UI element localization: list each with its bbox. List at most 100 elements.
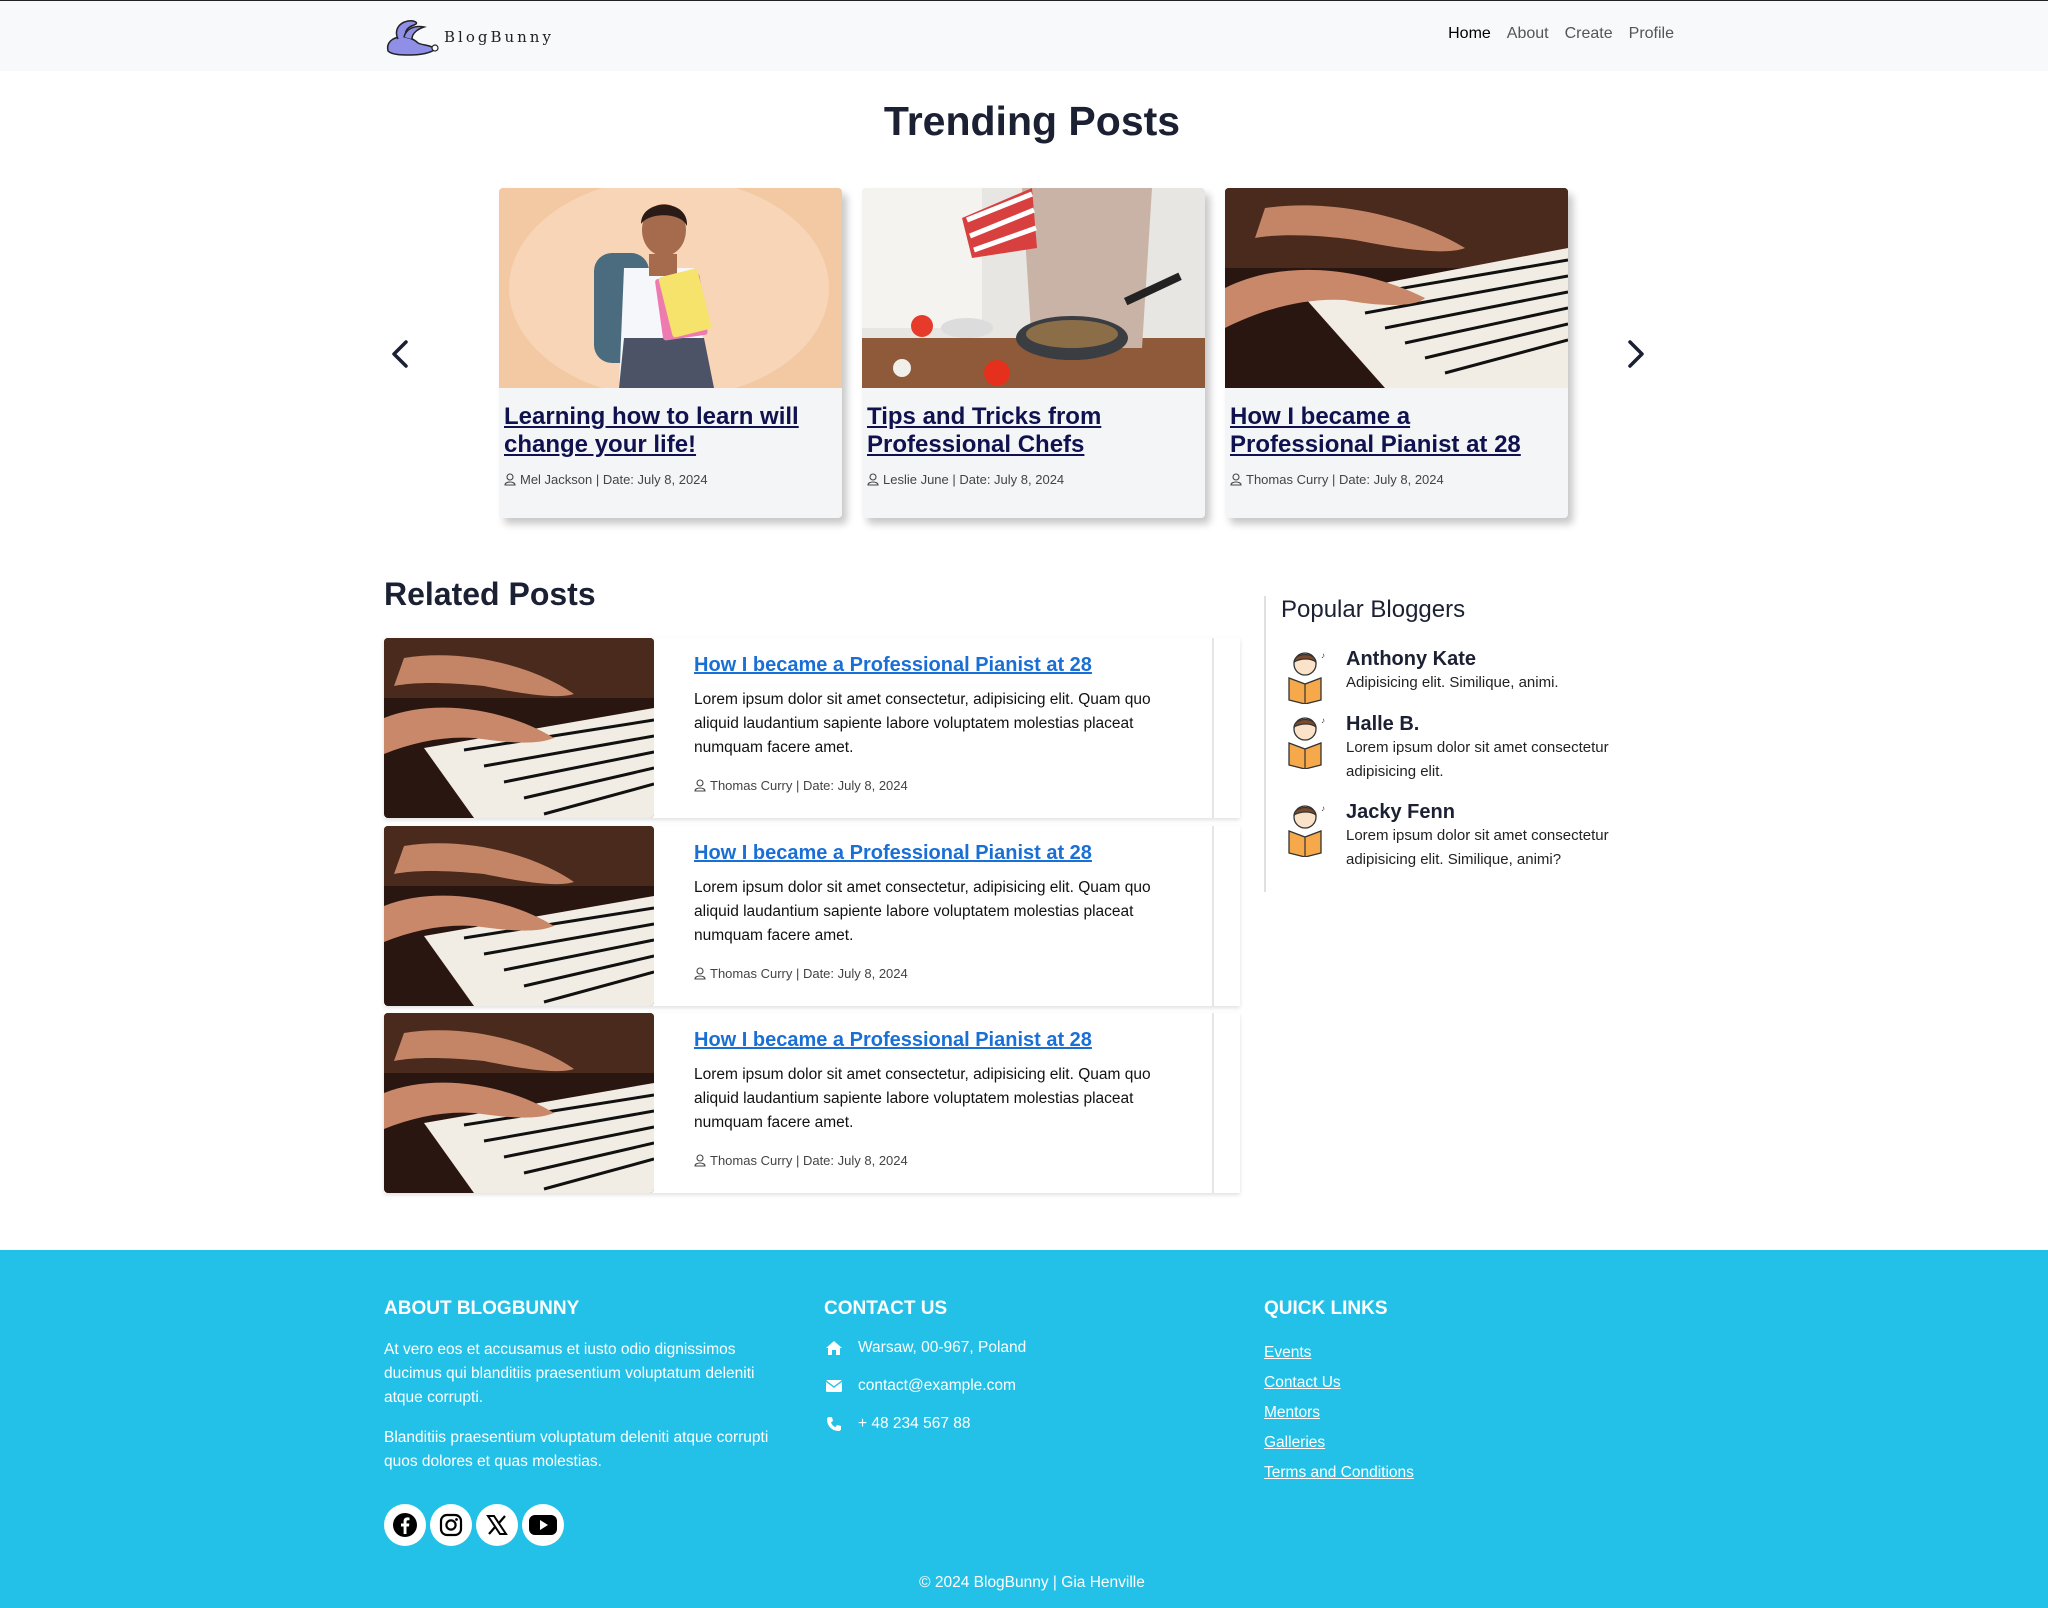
blogger-item[interactable]: ♪ Jacky Fenn Lorem ipsum dolor sit amet … <box>1281 801 1661 872</box>
link-mentors[interactable]: Mentors <box>1264 1404 1414 1422</box>
piano-image <box>384 1013 654 1193</box>
brand-name: BlogBunny <box>444 28 554 46</box>
divider <box>1212 638 1214 818</box>
chef-image <box>862 188 1205 388</box>
nav-profile[interactable]: Profile <box>1629 25 1674 43</box>
popular-title: Popular Bloggers <box>1281 596 1466 623</box>
author-date: Mel Jackson | Date: July 8, 2024 <box>520 472 708 487</box>
user-icon <box>694 967 706 980</box>
footer-about-title: About BlogBunny <box>384 1298 580 1319</box>
phone-text: + 48 234 567 88 <box>858 1415 971 1432</box>
contact-email[interactable]: contact@example.com <box>824 1376 1026 1396</box>
related-post-desc: Lorem ipsum dolor sit amet consectetur, … <box>694 691 1151 756</box>
blogger-item[interactable]: ♪ Anthony Kate Adipisicing elit. Similiq… <box>1281 648 1661 704</box>
svg-text:♪: ♪ <box>1321 716 1325 725</box>
chevron-right-icon <box>1628 340 1644 368</box>
nav-about[interactable]: About <box>1507 25 1549 43</box>
blogger-desc: Lorem ipsum dolor sit amet consectetur a… <box>1346 827 1609 868</box>
footer-contact: Contact Us Warsaw, 00-967, Poland contac… <box>824 1298 1026 1434</box>
nav-links: Home About Create Profile <box>1448 25 1674 43</box>
footer-contact-title: Contact Us <box>824 1298 948 1319</box>
trending-card-meta: Leslie June | Date: July 8, 2024 <box>867 472 1064 487</box>
reader-avatar-icon: ♪ <box>1288 804 1325 857</box>
trending-card-title[interactable]: How I became a Professional Pianist at 2… <box>1230 403 1550 459</box>
related-post-title[interactable]: How I became a Professional Pianist at 2… <box>694 654 1092 677</box>
contact-phone[interactable]: + 48 234 567 88 <box>824 1414 1026 1434</box>
related-post-meta: Thomas Curry | Date: July 8, 2024 <box>694 1153 908 1168</box>
address-text: Warsaw, 00-967, Poland <box>858 1339 1027 1356</box>
nav-home[interactable]: Home <box>1448 25 1491 43</box>
trending-card-title[interactable]: Tips and Tricks from Professional Chefs <box>867 403 1187 459</box>
facebook-icon[interactable] <box>384 1504 426 1546</box>
trending-carousel: Learning how to learn will change your l… <box>489 188 1576 528</box>
link-contact-us[interactable]: Contact Us <box>1264 1374 1414 1392</box>
related-title: Related Posts <box>384 576 596 612</box>
footer: About BlogBunny At vero eos et accusamus… <box>0 1250 2048 1608</box>
blogger-name: Halle B. <box>1346 713 1420 735</box>
author-date: Thomas Curry | Date: July 8, 2024 <box>710 1153 908 1168</box>
footer-quick-links: Quick Links Events Contact Us Mentors Ga… <box>1264 1298 1414 1482</box>
x-icon[interactable] <box>476 1504 518 1546</box>
instagram-icon[interactable] <box>430 1504 472 1546</box>
footer-about: About BlogBunny At vero eos et accusamus… <box>384 1298 794 1474</box>
author-date: Thomas Curry | Date: July 8, 2024 <box>710 778 908 793</box>
link-events[interactable]: Events <box>1264 1344 1414 1362</box>
student-image <box>499 188 842 388</box>
contact-address: Warsaw, 00-967, Poland <box>824 1338 1026 1358</box>
svg-text:♪: ♪ <box>1321 651 1325 660</box>
divider <box>1212 826 1214 1006</box>
author-date: Thomas Curry | Date: July 8, 2024 <box>1246 472 1444 487</box>
reader-avatar-icon: ♪ <box>1288 651 1325 704</box>
blogger-name: Anthony Kate <box>1346 648 1476 670</box>
related-post-card[interactable]: How I became a Professional Pianist at 2… <box>384 638 1240 818</box>
carousel-prev-button[interactable] <box>384 334 420 374</box>
trending-card[interactable]: Learning how to learn will change your l… <box>499 188 842 518</box>
svg-text:♪: ♪ <box>1321 804 1325 813</box>
brand-logo[interactable]: BlogBunny <box>384 15 554 57</box>
trending-card[interactable]: Tips and Tricks from Professional Chefs … <box>862 188 1205 518</box>
reader-avatar-icon: ♪ <box>1288 716 1325 769</box>
user-icon <box>867 473 879 486</box>
user-icon <box>504 473 516 486</box>
divider <box>1212 1013 1214 1193</box>
navbar: BlogBunny Home About Create Profile <box>0 0 2048 71</box>
chevron-left-icon <box>392 340 408 368</box>
user-icon <box>1230 473 1242 486</box>
related-post-card[interactable]: How I became a Professional Pianist at 2… <box>384 826 1240 1006</box>
related-post-meta: Thomas Curry | Date: July 8, 2024 <box>694 966 908 981</box>
popular-bloggers: Popular Bloggers ♪ Anthony Kate Adipisic… <box>1264 596 1664 892</box>
carousel-next-button[interactable] <box>1618 334 1654 374</box>
home-icon <box>824 1338 844 1358</box>
trending-card-title[interactable]: Learning how to learn will change your l… <box>504 403 824 459</box>
nav-create[interactable]: Create <box>1565 25 1613 43</box>
related-post-card[interactable]: How I became a Professional Pianist at 2… <box>384 1013 1240 1193</box>
phone-icon <box>824 1414 844 1434</box>
blogger-desc: Adipisicing elit. Similique, animi. <box>1346 674 1559 691</box>
related-post-title[interactable]: How I became a Professional Pianist at 2… <box>694 1029 1092 1052</box>
author-date: Leslie June | Date: July 8, 2024 <box>883 472 1065 487</box>
related-post-title[interactable]: How I became a Professional Pianist at 2… <box>694 842 1092 865</box>
user-icon <box>694 1154 706 1167</box>
related-post-desc: Lorem ipsum dolor sit amet consectetur, … <box>694 1066 1151 1131</box>
related-post-desc: Lorem ipsum dolor sit amet consectetur, … <box>694 879 1151 944</box>
author-date: Thomas Curry | Date: July 8, 2024 <box>710 966 908 981</box>
trending-card-meta: Mel Jackson | Date: July 8, 2024 <box>504 472 708 487</box>
link-galleries[interactable]: Galleries <box>1264 1434 1414 1452</box>
related-post-meta: Thomas Curry | Date: July 8, 2024 <box>694 778 908 793</box>
blogger-item[interactable]: ♪ Halle B. Lorem ipsum dolor sit amet co… <box>1281 713 1661 784</box>
trending-title: Trending Posts <box>883 98 1181 144</box>
piano-image <box>1225 188 1568 388</box>
bunny-logo-icon <box>386 20 439 56</box>
footer-links-title: Quick Links <box>1264 1298 1388 1319</box>
youtube-icon[interactable] <box>522 1504 564 1546</box>
copyright: © 2024 BlogBunny | Gia Henville <box>919 1574 1145 1591</box>
footer-about-text: At vero eos et accusamus et iusto odio d… <box>384 1341 755 1406</box>
social-links <box>384 1504 564 1546</box>
blogger-desc: Lorem ipsum dolor sit amet consectetur a… <box>1346 739 1609 780</box>
link-terms[interactable]: Terms and Conditions <box>1264 1464 1414 1482</box>
blogger-name: Jacky Fenn <box>1346 801 1455 823</box>
trending-card[interactable]: How I became a Professional Pianist at 2… <box>1225 188 1568 518</box>
envelope-icon <box>824 1376 844 1396</box>
trending-card-meta: Thomas Curry | Date: July 8, 2024 <box>1230 472 1444 487</box>
footer-about-text-2: Blanditiis praesentium voluptatum deleni… <box>384 1429 769 1470</box>
